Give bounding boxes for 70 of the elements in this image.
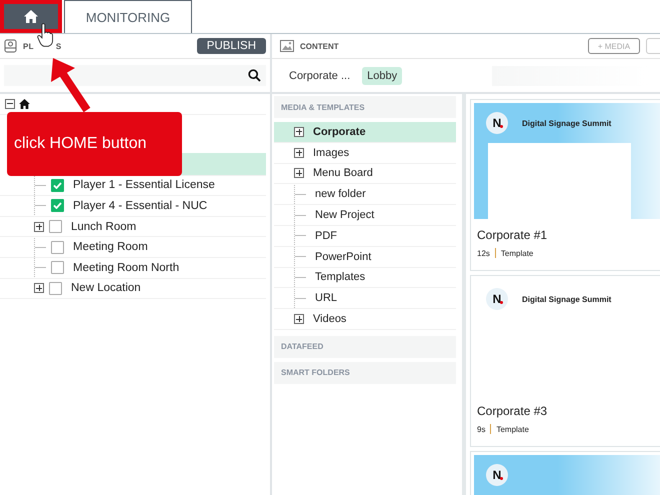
expand-icon[interactable] [34, 222, 44, 232]
callout: click HOME button [7, 112, 182, 176]
pointer-arrow [51, 58, 90, 112]
checkbox[interactable] [49, 220, 62, 234]
panel-title-fragment: S [56, 42, 62, 50]
card-title: Corporate #1 [477, 228, 548, 242]
thumbnail-heading: Digital Signage Summit [522, 118, 612, 128]
folder-row[interactable]: URL [274, 288, 456, 310]
folder-row[interactable]: Corporate [274, 122, 456, 143]
folder-row[interactable]: Images [274, 142, 456, 164]
tree-item-label[interactable]: Lunch Room [71, 220, 136, 233]
folder-label: URL [315, 292, 338, 304]
expand-icon[interactable] [294, 314, 304, 324]
checkbox[interactable] [51, 199, 64, 212]
tree-item-label[interactable]: Player 1 - Essential License [73, 179, 215, 192]
panel-title: CONTENT [300, 42, 339, 50]
expand-icon[interactable] [294, 168, 304, 178]
tree-item-label[interactable]: Meeting Room North [73, 262, 180, 274]
folder-label: Menu Board [313, 167, 373, 180]
folder-row[interactable]: Menu Board [274, 164, 456, 184]
folder-label: New Project [315, 209, 374, 222]
card-title: Corporate #3 [477, 404, 548, 418]
checkbox[interactable] [51, 261, 64, 274]
search-icon [248, 69, 261, 82]
search-field[interactable] [4, 65, 266, 86]
expand-icon[interactable] [294, 126, 304, 137]
folder-label: new folder [315, 188, 366, 200]
tree-item-label[interactable]: New Location [71, 282, 141, 294]
folder-label: Images [313, 146, 350, 159]
logo: N [486, 464, 508, 486]
breadcrumb-item[interactable]: Corporate ... [284, 66, 356, 84]
logo: N [486, 112, 508, 134]
monitoring-tab[interactable]: MONITORING [64, 0, 192, 33]
folder-row[interactable]: Templates [274, 268, 456, 288]
folder-label: PDF [315, 230, 337, 242]
checkbox[interactable] [51, 178, 64, 192]
home-icon [24, 10, 38, 23]
folder-row[interactable]: Videos [274, 309, 456, 330]
logo: N [486, 288, 508, 310]
home-icon [19, 98, 30, 109]
duration: 12s [477, 248, 490, 258]
folder-label: Corporate [313, 126, 366, 138]
panel-title-fragment: PL [23, 42, 34, 50]
folder-label: Videos [313, 313, 346, 326]
media-card[interactable]: N Digital Signage Summit Corporate #1 12s Template [470, 99, 660, 271]
checkbox[interactable] [51, 240, 64, 254]
folder-label: Templates [315, 271, 366, 284]
folder-row[interactable]: PDF [274, 226, 456, 247]
collapse-icon[interactable] [5, 98, 15, 109]
checkbox[interactable] [49, 282, 62, 295]
player-icon [4, 39, 17, 53]
publish-button[interactable]: PUBLISH [196, 38, 266, 54]
media-card[interactable]: N [470, 451, 660, 495]
folder-label: PowerPoint [315, 250, 372, 263]
tree-item-label[interactable]: Meeting Room [73, 241, 148, 254]
media-type: Template [500, 248, 534, 258]
media-type: Template [496, 424, 529, 434]
folder-row[interactable]: New Project [274, 205, 456, 226]
expand-icon[interactable] [294, 148, 304, 158]
duration: 9s [477, 424, 486, 434]
tree-item-label[interactable]: Player 4 - Essential - NUC [73, 200, 208, 212]
breadcrumb-item[interactable]: Lobby [362, 66, 402, 84]
home-tab[interactable] [0, 0, 62, 33]
folder-row[interactable]: new folder [274, 184, 456, 206]
folder-row[interactable]: PowerPoint [274, 246, 456, 268]
image-icon [280, 40, 294, 52]
media-card[interactable]: N Digital Signage Summit Corporate #3 9s Template [470, 275, 660, 447]
thumbnail-heading: Digital Signage Summit [522, 294, 612, 304]
hand-cursor-icon [37, 22, 54, 48]
expand-icon[interactable] [34, 283, 44, 294]
